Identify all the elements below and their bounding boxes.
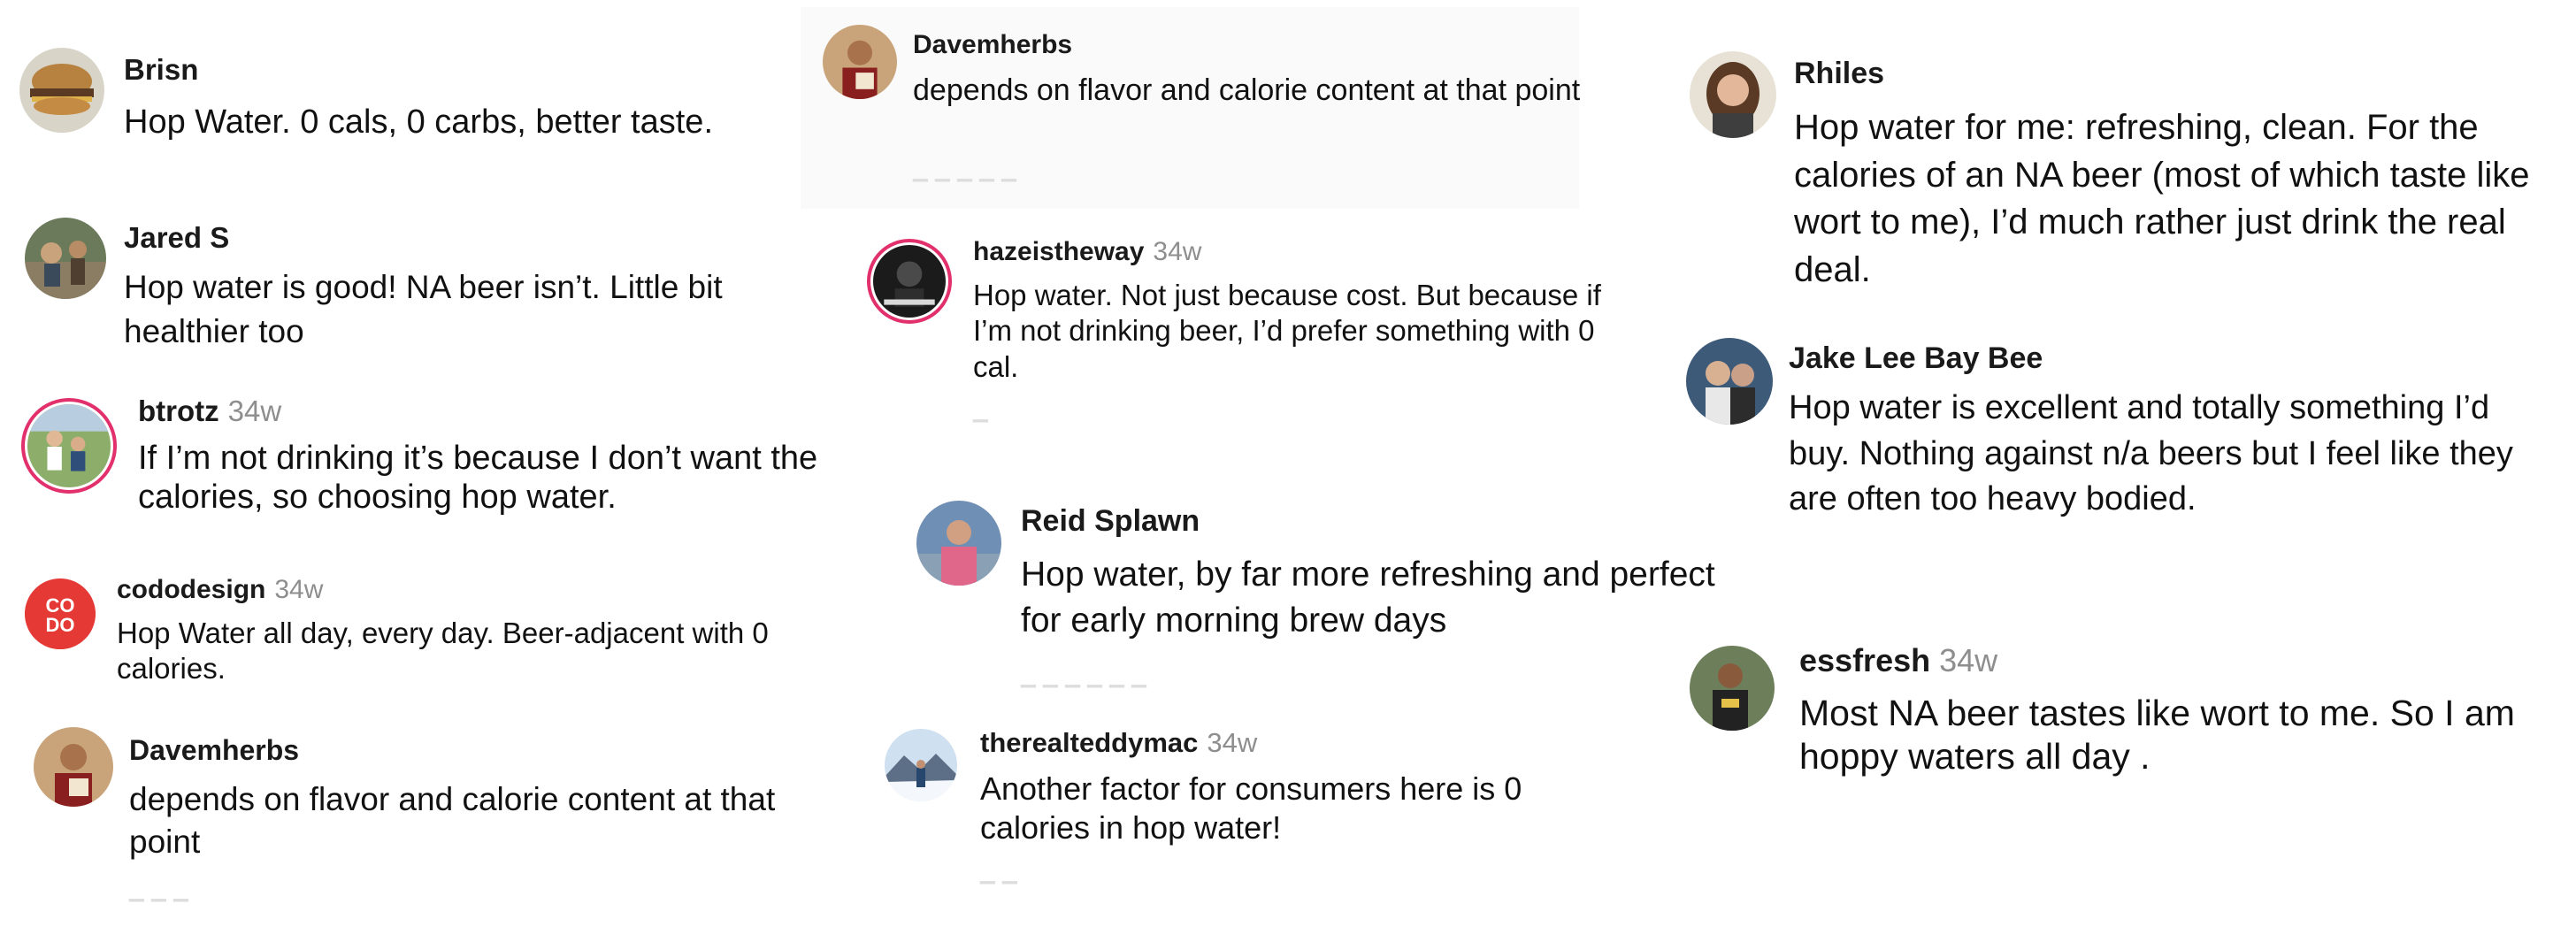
username[interactable]: Davemherbs	[913, 30, 1072, 60]
comment-text: If I’m not drinking it’s because I don’t…	[138, 440, 818, 517]
timestamp: 34w	[1207, 727, 1258, 758]
username[interactable]: Davemherbs	[129, 734, 299, 767]
comment-text: Hop water is excellent and totally somet…	[1789, 389, 2513, 518]
username[interactable]: cododesign 34w	[117, 575, 323, 605]
comment-text: depends on flavor and calorie content at…	[129, 781, 776, 861]
faint-metadata: ▁ ▁ ▁ ▁ ▁ ▁	[1021, 665, 1148, 687]
avatar[interactable]	[823, 25, 897, 99]
comment-text: Hop water for me: refreshing, clean. For…	[1794, 108, 2530, 289]
portrait-photo-avatar	[1690, 51, 1776, 138]
couple-photo-avatar	[1686, 338, 1773, 425]
person-photo-avatar	[34, 727, 113, 807]
avatar[interactable]	[867, 239, 952, 324]
avatar[interactable]	[21, 398, 117, 494]
comment-text: depends on flavor and calorie content at…	[913, 73, 1581, 107]
timestamp: 34w	[1153, 237, 1202, 266]
avatar[interactable]	[885, 729, 957, 801]
avatar[interactable]	[34, 727, 113, 807]
username[interactable]: Rhiles	[1794, 57, 1884, 91]
faint-metadata: ▁	[973, 400, 989, 422]
comment-text: Another factor for consumers here is 0 c…	[980, 770, 1522, 846]
avatar[interactable]	[1690, 51, 1776, 138]
brand-logo-avatar	[873, 245, 946, 318]
outdoor-photo-avatar	[25, 218, 106, 299]
comment-text: Hop water is good! NA beer isn’t. Little…	[124, 269, 723, 349]
timestamp: 34w	[274, 575, 324, 604]
codo-logo-avatar: CO DO	[25, 578, 96, 649]
comment-text: Hop water, by far more refreshing and pe…	[1021, 555, 1715, 640]
faint-metadata: ▁ ▁	[980, 862, 1018, 884]
faint-metadata: ▁ ▁ ▁	[129, 879, 189, 901]
timestamp: 34w	[1939, 642, 1998, 678]
burger-photo-avatar	[19, 48, 104, 133]
avatar[interactable]	[1686, 338, 1773, 425]
username[interactable]: Reid Splawn	[1021, 504, 1200, 539]
username[interactable]: btrotz 34w	[138, 395, 281, 428]
avatar[interactable]: CO DO	[25, 578, 96, 649]
avatar[interactable]	[916, 501, 1001, 586]
username[interactable]: hazeistheway 34w	[973, 237, 1201, 267]
timestamp: 34w	[227, 395, 282, 427]
comment-text: Hop Water. 0 cals, 0 carbs, better taste…	[124, 103, 714, 141]
svg-text:DO: DO	[46, 614, 75, 636]
person-photo-avatar	[823, 25, 897, 99]
username[interactable]: Jake Lee Bay Bee	[1789, 341, 2043, 376]
avatar[interactable]	[19, 48, 104, 133]
avatar[interactable]	[25, 218, 106, 299]
person-photo-avatar	[916, 501, 1001, 586]
username[interactable]: essfresh 34w	[1799, 642, 1997, 679]
username[interactable]: Jared S	[124, 221, 229, 255]
snow-photo-avatar	[885, 729, 957, 801]
username[interactable]: Brisn	[124, 53, 198, 87]
avatar[interactable]	[1690, 646, 1775, 731]
comment-text: Hop Water all day, every day. Beer-adjac…	[117, 617, 769, 686]
username[interactable]: therealteddymac 34w	[980, 727, 1257, 759]
faint-metadata: ▁ ▁ ▁ ▁ ▁	[913, 159, 1018, 181]
family-photo-avatar	[27, 404, 111, 487]
person-photo-avatar	[1690, 646, 1775, 731]
comment-text: Hop water. Not just because cost. But be…	[973, 279, 1601, 383]
comment-text: Most NA beer tastes like wort to me. So …	[1799, 693, 2515, 778]
